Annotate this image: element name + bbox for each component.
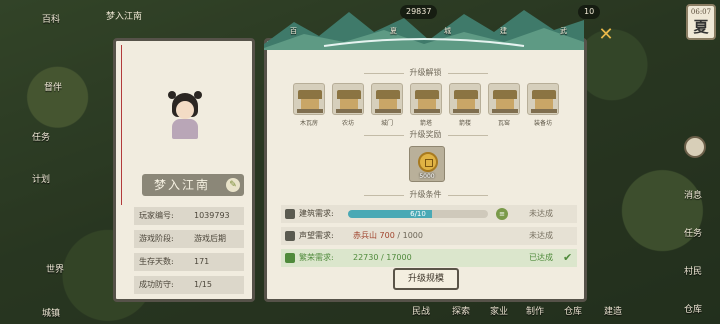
condition-label: 建筑需求: (299, 209, 334, 218)
banner-sign: 武 (560, 27, 567, 35)
menu-plan[interactable]: 计划 (32, 172, 50, 185)
unlock-label: 瓦窑 (497, 120, 510, 127)
reputation-total: / 1000 (394, 231, 423, 240)
condition-row-building: 建筑需求: 6/10 ≡ 未达成 (281, 205, 577, 223)
menu-task[interactable]: 任务 (32, 130, 50, 143)
upgrade-panel: 升级解锁 木瓦房 农坊 城门 箭塔 箭楼 瓦窑 装备坊 升级奖励 5000 升级… (264, 38, 587, 302)
unlock-item[interactable]: 箭塔 (409, 83, 443, 127)
building-icon (293, 83, 325, 115)
menu-task-right[interactable]: 任务 (684, 226, 702, 239)
banner-mountains-art (264, 10, 584, 50)
list-icon[interactable]: ≡ (496, 208, 508, 220)
info-row-stage: 游戏阶段: 游戏后期 (134, 230, 244, 248)
season-label: 夏 (693, 18, 709, 36)
unlock-label: 木瓦房 (299, 120, 318, 127)
condition-status: 未达成 (529, 231, 553, 240)
menu-town[interactable]: 城镇 (42, 306, 60, 319)
unlock-label: 城门 (380, 120, 393, 127)
character-name-plate: 梦入江南 ✎ (142, 174, 244, 196)
info-value: 1/15 (194, 280, 212, 289)
unlock-item[interactable]: 瓦窑 (487, 83, 521, 127)
nav-family[interactable]: 家业 (490, 304, 508, 317)
prosperity-current: 22730 (353, 253, 379, 262)
building-icon (410, 83, 442, 115)
character-portrait (168, 91, 202, 139)
game-clock: 06:07 (690, 8, 712, 16)
unlock-item[interactable]: 装备坊 (526, 83, 560, 127)
progress-text: 6/10 (410, 210, 426, 218)
close-icon[interactable]: ✕ (597, 26, 615, 44)
building-req-icon (285, 209, 295, 219)
banner-sign: 建 (500, 27, 507, 35)
rename-icon[interactable]: ✎ (226, 178, 240, 192)
reputation-current: 700 (379, 231, 395, 240)
season-indicator[interactable]: 06:07 夏 (686, 4, 716, 40)
building-icon (488, 83, 520, 115)
building-icon (332, 83, 364, 115)
unlock-item[interactable]: 箭楼 (448, 83, 482, 127)
condition-label: 繁荣需求: (299, 253, 334, 262)
condition-row-reputation: 声望需求: 赤兵山 700 / 1000 未达成 (281, 227, 577, 245)
building-icon (449, 83, 481, 115)
menu-world[interactable]: 世界 (46, 262, 64, 275)
menu-companion[interactable]: 督伴 (44, 80, 62, 93)
nav-craft[interactable]: 制作 (526, 304, 544, 317)
nav-battle[interactable]: 民战 (412, 304, 430, 317)
condition-section-title: 升级条件 (267, 189, 584, 200)
unlock-label: 装备坊 (533, 120, 552, 127)
reward-coin-item[interactable]: 5000 (409, 146, 445, 182)
info-label: 游戏阶段: (139, 234, 174, 243)
info-label: 成功防守: (139, 280, 174, 289)
info-row-defense: 成功防守: 1/15 (134, 276, 244, 294)
prosperity-total: / 17000 (378, 253, 412, 262)
unlock-item[interactable]: 城门 (370, 83, 404, 127)
condition-status: 未达成 (529, 209, 553, 218)
info-value: 1039793 (194, 211, 230, 220)
reward-quantity: 5000 (419, 173, 435, 180)
reputation-source: 赤兵山 (353, 231, 377, 240)
unlock-item[interactable]: 木瓦房 (292, 83, 326, 127)
unlock-label: 农坊 (341, 120, 354, 127)
building-icon (371, 83, 403, 115)
unlock-label: 箭楼 (458, 120, 471, 127)
check-icon: ✔ (563, 251, 573, 264)
banner-sign: 百 (290, 27, 297, 35)
banner-sign: 夏 (390, 27, 397, 35)
menu-encyclopedia[interactable]: 百科 (42, 12, 60, 25)
info-value: 171 (194, 257, 210, 266)
condition-status: 已达成 (529, 253, 553, 262)
menu-storage[interactable]: 仓库 (684, 302, 702, 315)
reward-section-title: 升级奖励 (267, 129, 584, 140)
character-name: 梦入江南 (154, 178, 211, 192)
upgrade-scale-button[interactable]: 升级规模 (393, 268, 459, 290)
reputation-req-icon (285, 231, 295, 241)
unlock-list: 木瓦房 农坊 城门 箭塔 箭楼 瓦窑 装备坊 (292, 83, 562, 131)
reputation-value: 赤兵山 700 / 1000 (353, 227, 423, 245)
bookmark-ribbon (121, 45, 131, 205)
unlock-item[interactable]: 农坊 (331, 83, 365, 127)
prosperity-value: 22730 / 17000 (353, 249, 412, 267)
info-value: 游戏后期 (194, 234, 226, 243)
prosperity-req-icon (285, 253, 295, 263)
pinwheel-icon[interactable] (684, 136, 706, 158)
nav-storage[interactable]: 仓库 (564, 304, 582, 317)
copper-coin-icon (418, 152, 438, 172)
info-label: 玩家编号: (139, 211, 174, 220)
banner-sign: 城 (444, 27, 451, 35)
unlock-label: 箭塔 (419, 120, 432, 127)
menu-villagers[interactable]: 村民 (684, 264, 702, 277)
condition-row-prosperity: 繁荣需求: 22730 / 17000 已达成 ✔ (281, 249, 577, 267)
character-card: 梦入江南 ✎ 玩家编号: 1039793 游戏阶段: 游戏后期 生存天数: 17… (113, 38, 255, 302)
building-icon (527, 83, 559, 115)
info-row-survival-days: 生存天数: 171 (134, 253, 244, 271)
condition-label: 声望需求: (299, 231, 334, 240)
top-player-name: 梦入江南 (106, 12, 143, 22)
unlock-section-title: 升级解锁 (267, 67, 584, 78)
nav-explore[interactable]: 探索 (452, 304, 470, 317)
info-label: 生存天数: (139, 257, 174, 266)
nav-build[interactable]: 建造 (604, 304, 622, 317)
building-progress-bar: 6/10 (348, 210, 488, 218)
info-row-player-id: 玩家编号: 1039793 (134, 207, 244, 225)
menu-message[interactable]: 消息 (684, 188, 702, 201)
